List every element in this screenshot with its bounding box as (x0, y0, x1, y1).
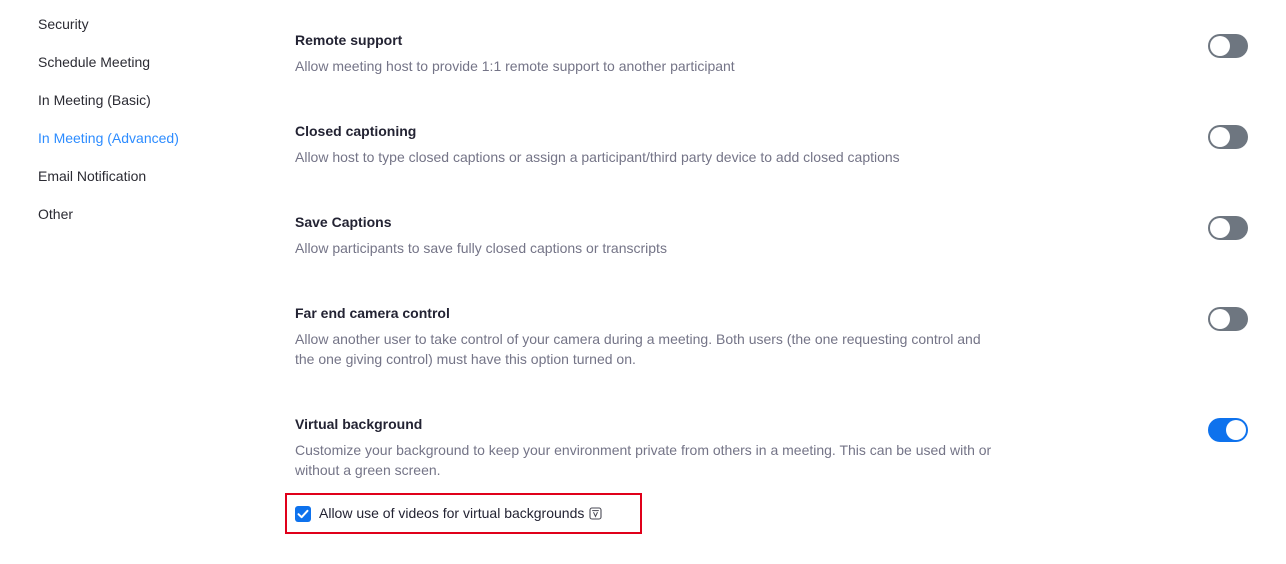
sidebar-item-email-notification[interactable]: Email Notification (38, 166, 146, 186)
toggle-knob (1226, 420, 1246, 440)
setting-description: Allow participants to save fully closed … (295, 240, 667, 256)
setting-virtual-background: Virtual background Customize your backgr… (295, 414, 1255, 478)
setting-title: Closed captioning (295, 123, 417, 139)
setting-description-line-2: without a green screen. (295, 462, 441, 478)
toggle-knob (1210, 309, 1230, 329)
closed-captioning-toggle[interactable] (1208, 125, 1248, 149)
checkmark-icon (297, 509, 309, 519)
setting-remote-support: Remote support Allow meeting host to pro… (295, 30, 1255, 74)
sidebar-item-other[interactable]: Other (38, 204, 73, 224)
setting-title: Remote support (295, 32, 403, 48)
remote-support-toggle[interactable] (1208, 34, 1248, 58)
far-end-camera-control-toggle[interactable] (1208, 307, 1248, 331)
save-captions-toggle[interactable] (1208, 216, 1248, 240)
setting-title: Virtual background (295, 416, 423, 432)
sidebar: Security Schedule Meeting In Meeting (Ba… (0, 0, 260, 564)
sidebar-item-schedule-meeting[interactable]: Schedule Meeting (38, 52, 150, 72)
toggle-knob (1210, 218, 1230, 238)
setting-title: Far end camera control (295, 305, 450, 321)
allow-video-backgrounds-label: Allow use of videos for virtual backgrou… (319, 505, 585, 521)
settings-page: Security Schedule Meeting In Meeting (Ba… (0, 0, 1286, 564)
toggle-knob (1210, 36, 1230, 56)
toggle-knob (1210, 127, 1230, 147)
info-icon[interactable] (589, 507, 602, 520)
setting-description: Allow meeting host to provide 1:1 remote… (295, 58, 735, 74)
setting-description: Allow host to type closed captions or as… (295, 149, 900, 165)
setting-title: Save Captions (295, 214, 392, 230)
setting-far-end-camera-control: Far end camera control Allow another use… (295, 303, 1255, 367)
setting-save-captions: Save Captions Allow participants to save… (295, 212, 1255, 256)
sidebar-item-in-meeting-basic[interactable]: In Meeting (Basic) (38, 90, 151, 110)
sidebar-item-in-meeting-advanced[interactable]: In Meeting (Advanced) (38, 128, 179, 148)
setting-description-line-1: Allow another user to take control of yo… (295, 331, 981, 347)
sidebar-item-security[interactable]: Security (38, 14, 89, 34)
setting-closed-captioning: Closed captioning Allow host to type clo… (295, 121, 1255, 165)
setting-description-line-2: the one giving control) must have this o… (295, 351, 636, 367)
virtual-background-toggle[interactable] (1208, 418, 1248, 442)
allow-video-backgrounds-checkbox[interactable] (295, 506, 311, 522)
setting-description-line-1: Customize your background to keep your e… (295, 442, 992, 458)
